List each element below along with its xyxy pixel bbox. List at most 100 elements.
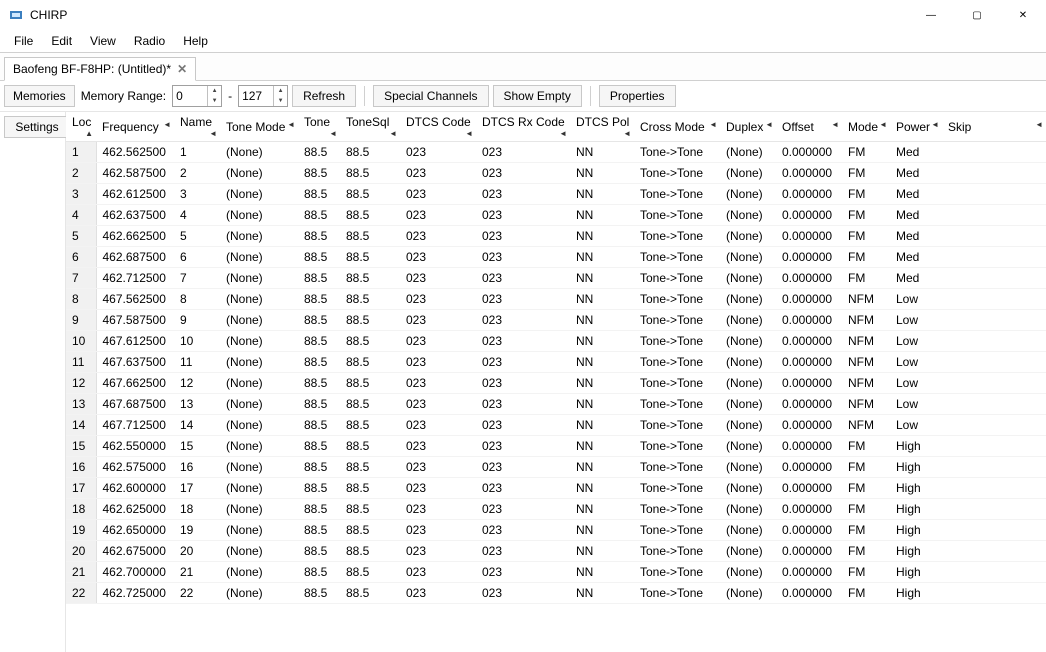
cell-off[interactable]: 0.000000 xyxy=(776,499,842,520)
cell-pow[interactable]: High xyxy=(890,520,942,541)
table-row[interactable]: 13467.68750013(None)88.588.5023023NNTone… xyxy=(66,394,1046,415)
cell-tmode[interactable]: (None) xyxy=(220,226,298,247)
cell-pow[interactable]: High xyxy=(890,478,942,499)
cell-name[interactable]: 13 xyxy=(174,394,220,415)
cell-dtcsr[interactable]: 023 xyxy=(476,394,570,415)
row-header[interactable]: 4 xyxy=(66,205,96,226)
cell-tsql[interactable]: 88.5 xyxy=(340,310,400,331)
cell-dtcs[interactable]: 023 xyxy=(400,310,476,331)
col-name[interactable]: Name◄ xyxy=(174,112,220,142)
cell-skip[interactable] xyxy=(942,373,1046,394)
cell-tone[interactable]: 88.5 xyxy=(298,478,340,499)
cell-tone[interactable]: 88.5 xyxy=(298,163,340,184)
cell-dup[interactable]: (None) xyxy=(720,226,776,247)
cell-mode[interactable]: NFM xyxy=(842,394,890,415)
cell-mode[interactable]: NFM xyxy=(842,352,890,373)
col-loc[interactable]: Loc▲ xyxy=(66,112,96,142)
cell-freq[interactable]: 462.550000 xyxy=(96,436,174,457)
cell-dtcs[interactable]: 023 xyxy=(400,436,476,457)
window-close-button[interactable]: ✕ xyxy=(1000,0,1046,30)
cell-dpol[interactable]: NN xyxy=(570,520,634,541)
cell-cross[interactable]: Tone->Tone xyxy=(634,415,720,436)
cell-tmode[interactable]: (None) xyxy=(220,163,298,184)
table-row[interactable]: 5462.6625005(None)88.588.5023023NNTone->… xyxy=(66,226,1046,247)
cell-freq[interactable]: 462.687500 xyxy=(96,247,174,268)
cell-dtcsr[interactable]: 023 xyxy=(476,436,570,457)
cell-dtcs[interactable]: 023 xyxy=(400,331,476,352)
cell-off[interactable]: 0.000000 xyxy=(776,310,842,331)
cell-mode[interactable]: FM xyxy=(842,520,890,541)
row-header[interactable]: 18 xyxy=(66,499,96,520)
cell-name[interactable]: 22 xyxy=(174,583,220,604)
cell-cross[interactable]: Tone->Tone xyxy=(634,163,720,184)
cell-dtcsr[interactable]: 023 xyxy=(476,373,570,394)
cell-tone[interactable]: 88.5 xyxy=(298,184,340,205)
cell-dup[interactable]: (None) xyxy=(720,184,776,205)
cell-tone[interactable]: 88.5 xyxy=(298,352,340,373)
cell-dtcs[interactable]: 023 xyxy=(400,352,476,373)
cell-freq[interactable]: 467.637500 xyxy=(96,352,174,373)
cell-tone[interactable]: 88.5 xyxy=(298,289,340,310)
cell-dpol[interactable]: NN xyxy=(570,247,634,268)
cell-dpol[interactable]: NN xyxy=(570,205,634,226)
cell-tsql[interactable]: 88.5 xyxy=(340,520,400,541)
table-row[interactable]: 14467.71250014(None)88.588.5023023NNTone… xyxy=(66,415,1046,436)
row-header[interactable]: 15 xyxy=(66,436,96,457)
cell-mode[interactable]: FM xyxy=(842,436,890,457)
cell-skip[interactable] xyxy=(942,268,1046,289)
cell-pow[interactable]: High xyxy=(890,499,942,520)
col-dtcs-rx[interactable]: DTCS Rx Code◄ xyxy=(476,112,570,142)
cell-dpol[interactable]: NN xyxy=(570,373,634,394)
cell-skip[interactable] xyxy=(942,289,1046,310)
table-row[interactable]: 15462.55000015(None)88.588.5023023NNTone… xyxy=(66,436,1046,457)
cell-skip[interactable] xyxy=(942,226,1046,247)
cell-off[interactable]: 0.000000 xyxy=(776,142,842,163)
cell-tmode[interactable]: (None) xyxy=(220,520,298,541)
cell-tone[interactable]: 88.5 xyxy=(298,331,340,352)
cell-dtcs[interactable]: 023 xyxy=(400,268,476,289)
cell-tmode[interactable]: (None) xyxy=(220,562,298,583)
table-row[interactable]: 9467.5875009(None)88.588.5023023NNTone->… xyxy=(66,310,1046,331)
cell-name[interactable]: 5 xyxy=(174,226,220,247)
row-header[interactable]: 6 xyxy=(66,247,96,268)
cell-tmode[interactable]: (None) xyxy=(220,436,298,457)
cell-dup[interactable]: (None) xyxy=(720,436,776,457)
cell-dtcs[interactable]: 023 xyxy=(400,415,476,436)
cell-mode[interactable]: NFM xyxy=(842,310,890,331)
cell-freq[interactable]: 462.600000 xyxy=(96,478,174,499)
col-frequency[interactable]: Frequency◄ xyxy=(96,112,174,142)
cell-off[interactable]: 0.000000 xyxy=(776,205,842,226)
row-header[interactable]: 17 xyxy=(66,478,96,499)
range-to-spinner[interactable]: ▲▼ xyxy=(238,85,288,107)
cell-dtcsr[interactable]: 023 xyxy=(476,457,570,478)
cell-dtcsr[interactable]: 023 xyxy=(476,520,570,541)
cell-pow[interactable]: Med xyxy=(890,184,942,205)
cell-dup[interactable]: (None) xyxy=(720,499,776,520)
cell-skip[interactable] xyxy=(942,352,1046,373)
menu-file[interactable]: File xyxy=(6,32,41,50)
cell-tmode[interactable]: (None) xyxy=(220,184,298,205)
cell-cross[interactable]: Tone->Tone xyxy=(634,142,720,163)
cell-dup[interactable]: (None) xyxy=(720,352,776,373)
cell-dtcs[interactable]: 023 xyxy=(400,394,476,415)
col-mode[interactable]: Mode◄ xyxy=(842,112,890,142)
cell-name[interactable]: 14 xyxy=(174,415,220,436)
table-row[interactable]: 4462.6375004(None)88.588.5023023NNTone->… xyxy=(66,205,1046,226)
cell-tmode[interactable]: (None) xyxy=(220,541,298,562)
table-row[interactable]: 7462.7125007(None)88.588.5023023NNTone->… xyxy=(66,268,1046,289)
cell-off[interactable]: 0.000000 xyxy=(776,394,842,415)
cell-tsql[interactable]: 88.5 xyxy=(340,247,400,268)
cell-off[interactable]: 0.000000 xyxy=(776,520,842,541)
cell-skip[interactable] xyxy=(942,310,1046,331)
cell-cross[interactable]: Tone->Tone xyxy=(634,247,720,268)
window-maximize-button[interactable]: ▢ xyxy=(954,0,1000,30)
cell-skip[interactable] xyxy=(942,331,1046,352)
cell-dtcs[interactable]: 023 xyxy=(400,541,476,562)
range-from-spinner[interactable]: ▲▼ xyxy=(172,85,222,107)
cell-skip[interactable] xyxy=(942,562,1046,583)
table-row[interactable]: 1462.5625001(None)88.588.5023023NNTone->… xyxy=(66,142,1046,163)
cell-cross[interactable]: Tone->Tone xyxy=(634,352,720,373)
col-tone-mode[interactable]: Tone Mode◄ xyxy=(220,112,298,142)
special-channels-button[interactable]: Special Channels xyxy=(373,85,488,107)
cell-dup[interactable]: (None) xyxy=(720,142,776,163)
